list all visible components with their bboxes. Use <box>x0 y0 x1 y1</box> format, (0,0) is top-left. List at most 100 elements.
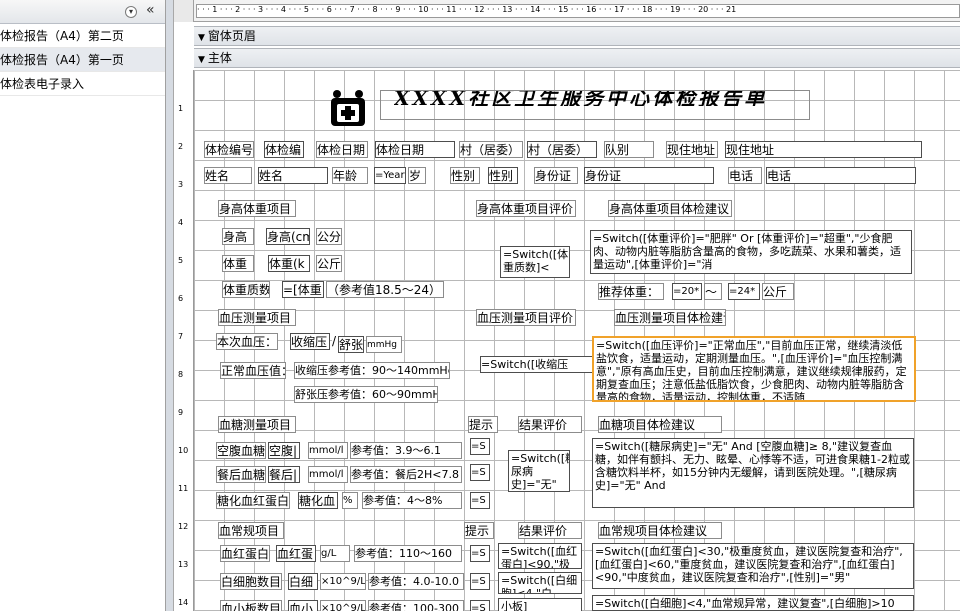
field-height[interactable]: 身高(cm <box>266 228 310 245</box>
field-platelet-hint[interactable]: =S <box>470 600 490 611</box>
pane-splitter[interactable] <box>166 0 174 611</box>
nav-dropdown-icon[interactable]: ▾ <box>125 6 137 18</box>
label-fasting-unit[interactable]: mmol/l <box>308 442 348 459</box>
label-routine-eval[interactable]: 结果评价 <box>518 522 582 539</box>
page-header-band[interactable]: ▼ 窗体页眉 <box>194 26 960 46</box>
section-body-metrics[interactable]: 身高体重项目 <box>218 200 296 217</box>
field-phone[interactable]: 电话 <box>766 167 916 184</box>
label-name[interactable]: 姓名 <box>204 167 252 184</box>
label-bmi[interactable]: 体重质数 <box>222 281 270 298</box>
label-recommended-unit[interactable]: 公斤 <box>762 283 794 300</box>
section-blood-glucose[interactable]: 血糖测量项目 <box>218 416 296 433</box>
field-fasting-glucose[interactable]: 空腹| <box>268 442 300 459</box>
field-systolic[interactable]: 收缩压 <box>290 333 330 350</box>
label-age[interactable]: 年龄 <box>332 167 368 184</box>
field-wbc-hint[interactable]: =S <box>470 573 490 590</box>
nav-item-report-page1[interactable]: 体检报告（A4）第一页 <box>0 48 165 72</box>
field-hba1c-hint[interactable]: =S <box>470 492 490 509</box>
label-diastolic-reference[interactable]: 舒张压参考值：60～90mmHg <box>294 386 438 403</box>
field-fasting-hint[interactable]: =S <box>470 438 490 455</box>
label-village[interactable]: 村（居委） <box>459 141 523 158</box>
label-hba1c-reference[interactable]: 参考值：4～8% <box>362 492 462 509</box>
section-body-metrics-eval[interactable]: 身高体重项目评价 <box>476 200 576 217</box>
field-address[interactable]: 现住地址 <box>725 141 922 158</box>
collapse-nav-icon[interactable]: « <box>146 2 155 18</box>
label-glucose-hint[interactable]: 提示 <box>468 416 498 433</box>
label-hba1c[interactable]: 糖化血红蛋白 <box>216 492 290 509</box>
label-age-unit[interactable]: 岁 <box>408 167 426 184</box>
label-wbc[interactable]: 白细胞数目 <box>220 573 282 590</box>
label-platelet-unit[interactable]: ×10^9/L <box>320 600 366 611</box>
field-gender[interactable]: 性别 <box>488 167 518 184</box>
label-team[interactable]: 队别 <box>604 141 654 158</box>
field-hba1c[interactable]: 糖化血 <box>298 492 338 509</box>
field-id-card[interactable]: 身份证 <box>584 167 714 184</box>
field-wbc[interactable]: 白细 <box>288 573 318 590</box>
section-blood-pressure[interactable]: 血压测量项目 <box>218 309 296 326</box>
label-bmi-reference[interactable]: （参考值18.5～24） <box>326 281 444 298</box>
label-routine-hint[interactable]: 提示 <box>464 522 494 539</box>
label-hba1c-unit[interactable]: % <box>342 492 358 509</box>
label-glucose-eval[interactable]: 结果评价 <box>518 416 582 433</box>
field-wbc-advice[interactable]: =Switch([白细胞]<4,"血常规异常，建议复查",[白细胞]>10 <box>592 595 914 611</box>
field-recommended-min[interactable]: =20* <box>672 283 702 300</box>
label-tilde[interactable]: ～ <box>704 283 722 300</box>
field-postmeal-glucose[interactable]: 餐后| <box>268 466 300 483</box>
label-exam-date[interactable]: 体检日期 <box>316 141 368 158</box>
label-recommended-weight[interactable]: 推荐体重： <box>598 283 664 300</box>
section-glucose-advice[interactable]: 血糖项目体检建议 <box>598 416 722 433</box>
field-age[interactable]: =Year <box>374 167 406 184</box>
field-hemoglobin-advice[interactable]: =Switch([血红蛋白]<30,"极重度贫血，建议医院复查和治疗",[血红蛋… <box>592 543 914 589</box>
label-weight[interactable]: 体重 <box>222 255 254 272</box>
label-gender[interactable]: 性别 <box>450 167 480 184</box>
field-hemoglobin[interactable]: 血红蛋 <box>276 545 316 562</box>
detail-band[interactable]: ▼ 主体 <box>194 48 960 68</box>
label-platelet[interactable]: 血小板数目 <box>220 600 282 611</box>
label-exam-no[interactable]: 体检编号 <box>204 141 254 158</box>
label-wbc-reference[interactable]: 参考值：4.0-10.0 <box>368 573 464 590</box>
field-weight[interactable]: 体重(k <box>268 255 310 272</box>
field-bmi[interactable]: =[体重 <box>282 281 324 298</box>
label-current-bp[interactable]: 本次血压： <box>216 333 278 350</box>
field-platelet[interactable]: 血小 <box>288 600 318 611</box>
label-systolic-reference[interactable]: 收缩压参考值：90～140mmHg <box>294 362 450 379</box>
field-hemoglobin-hint[interactable]: =S <box>470 545 490 562</box>
field-bp-eval[interactable]: =Switch([收缩压 <box>480 356 606 373</box>
label-postmeal-reference[interactable]: 参考值：餐后2H<7.8 <box>350 466 462 483</box>
section-body-metrics-advice[interactable]: 身高体重项目体检建议 <box>608 200 732 217</box>
report-design-canvas[interactable]: XXXX社区卫生服务中心体检报告单 体检编号 体检编 体检日期 体检日期 村（居… <box>194 70 960 611</box>
label-fasting-reference[interactable]: 参考值：3.9～6.1 <box>350 442 462 459</box>
label-height[interactable]: 身高 <box>222 228 254 245</box>
section-blood-routine[interactable]: 血常规项目 <box>218 522 284 539</box>
label-weight-unit[interactable]: 公斤 <box>316 255 342 272</box>
field-village[interactable]: 村（居委） <box>527 141 597 158</box>
label-postmeal-glucose[interactable]: 餐后血糖 <box>216 466 266 483</box>
label-postmeal-unit[interactable]: mmol/l <box>308 466 348 483</box>
label-fasting-glucose[interactable]: 空腹血糖 <box>216 442 266 459</box>
label-wbc-unit[interactable]: ×10^9/L <box>320 573 366 590</box>
ruler-corner[interactable] <box>174 0 194 22</box>
label-id-card[interactable]: 身份证 <box>534 167 578 184</box>
label-hemoglobin-unit[interactable]: g/L <box>320 545 350 562</box>
label-platelet-reference[interactable]: 参考值：100-300 <box>368 600 464 611</box>
field-postmeal-hint[interactable]: =S <box>470 464 490 481</box>
label-height-unit[interactable]: 公分 <box>316 228 342 245</box>
label-normal-bp[interactable]: 正常血压值： <box>220 362 286 379</box>
label-phone[interactable]: 电话 <box>728 167 762 184</box>
field-platelet-eval[interactable]: 小板]<=300,"血 <box>498 598 582 611</box>
field-diastolic[interactable]: 舒张 <box>338 336 364 353</box>
label-hemoglobin-reference[interactable]: 参考值：110～160 <box>354 545 462 562</box>
field-wbc-eval[interactable]: =Switch([白细胞]<4,"白 <box>498 572 582 594</box>
nav-item-report-page2[interactable]: 体检报告（A4）第二页 <box>0 24 165 48</box>
nav-item-electronic-entry[interactable]: 体检表电子录入 <box>0 72 165 96</box>
field-bmi-advice[interactable]: =Switch([体重评价]="肥胖" Or [体重评价]="超重","少食肥肉… <box>590 230 912 274</box>
label-hemoglobin[interactable]: 血红蛋白 <box>220 545 270 562</box>
title-frame[interactable] <box>380 90 810 120</box>
field-exam-no[interactable]: 体检编 <box>264 141 304 158</box>
field-glucose-eval[interactable]: =Switch([糖尿病史]="无" <box>508 450 570 492</box>
label-bp-unit[interactable]: mmHg <box>366 336 402 353</box>
field-exam-date[interactable]: 体检日期 <box>375 141 455 158</box>
field-hemoglobin-eval[interactable]: =Switch([血红蛋白]<90,"极 <box>498 543 582 569</box>
field-name[interactable]: 姓名 <box>258 167 328 184</box>
section-bp-eval[interactable]: 血压测量项目评价 <box>476 309 576 326</box>
